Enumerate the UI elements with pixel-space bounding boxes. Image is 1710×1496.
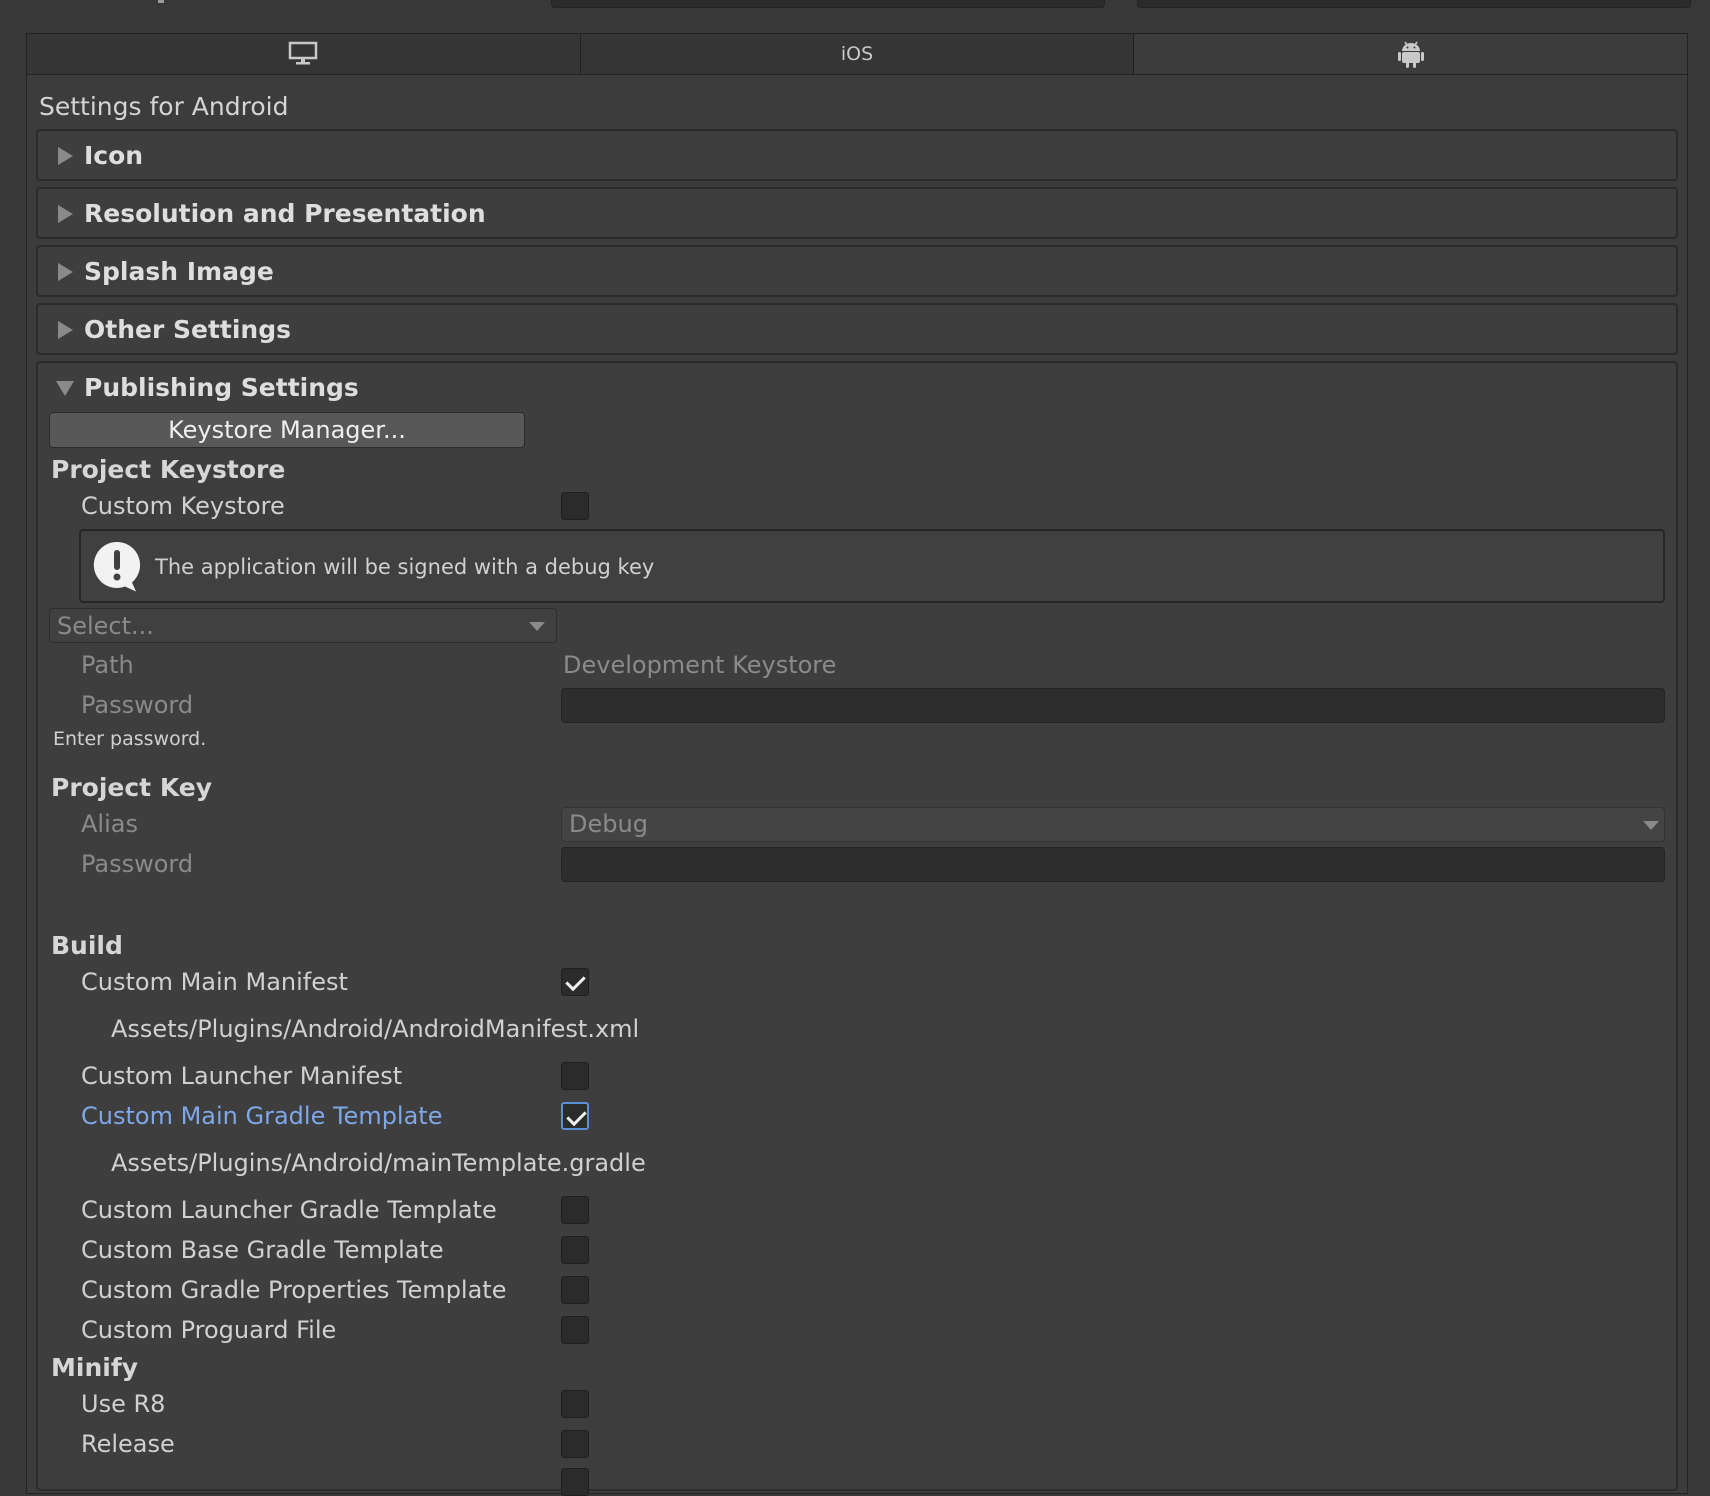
custom-base-gradle-template-label: Custom Base Gradle Template (81, 1236, 444, 1264)
tab-android[interactable] (1134, 33, 1689, 75)
top-cut-label (158, 0, 164, 3)
path-label: Path (81, 651, 134, 679)
project-keystore-heading: Project Keystore (51, 455, 286, 484)
foldout-resolution[interactable]: Resolution and Presentation (36, 187, 1678, 239)
path-value: Development Keystore (563, 651, 837, 679)
foldout-splash[interactable]: Splash Image (36, 245, 1678, 297)
custom-gradle-properties-template-checkbox[interactable] (561, 1276, 589, 1304)
foldout-arrow-icon (58, 263, 73, 281)
foldout-icon[interactable]: Icon (36, 129, 1678, 181)
release-checkbox[interactable] (561, 1430, 589, 1458)
main-manifest-path: Assets/Plugins/Android/AndroidManifest.x… (111, 1015, 640, 1043)
use-r8-checkbox[interactable] (561, 1390, 589, 1418)
top-field-left[interactable] (551, 0, 1105, 8)
tab-ios[interactable]: iOS (580, 33, 1135, 75)
debug-key-help-box: The application will be signed with a de… (79, 529, 1665, 603)
use-r8-label: Use R8 (81, 1390, 166, 1418)
foldout-resolution-label: Resolution and Presentation (84, 199, 486, 228)
custom-launcher-gradle-template-checkbox[interactable] (561, 1196, 589, 1224)
keystore-password-label: Password (81, 691, 194, 719)
alias-value: Debug (569, 810, 648, 838)
key-password-field[interactable] (561, 847, 1665, 882)
checkmark-icon (565, 970, 586, 992)
custom-proguard-file-label: Custom Proguard File (81, 1316, 337, 1344)
key-password-label: Password (81, 850, 194, 878)
tab-standalone[interactable] (26, 33, 581, 75)
custom-proguard-file-checkbox[interactable] (561, 1316, 589, 1344)
custom-main-manifest-checkbox[interactable] (561, 968, 589, 996)
custom-launcher-manifest-checkbox[interactable] (561, 1062, 589, 1090)
foldout-arrow-icon (58, 205, 73, 223)
chevron-down-icon (1643, 821, 1659, 830)
platform-tabs: iOS (26, 33, 1689, 75)
release-label: Release (81, 1430, 175, 1458)
keystore-select-dropdown[interactable]: Select... (49, 608, 557, 643)
foldout-arrow-icon (58, 147, 73, 165)
top-strip (0, 0, 1710, 34)
enter-password-note: Enter password. (53, 728, 207, 750)
alias-dropdown[interactable]: Debug (561, 807, 1665, 842)
alias-label: Alias (81, 810, 138, 838)
android-icon (1397, 41, 1424, 68)
custom-base-gradle-template-checkbox[interactable] (561, 1236, 589, 1264)
next-checkbox-partial[interactable] (561, 1468, 589, 1496)
custom-keystore-checkbox[interactable] (561, 492, 589, 520)
foldout-expanded-arrow-icon[interactable] (56, 381, 74, 396)
checkmark-icon (566, 1105, 587, 1127)
main-gradle-path: Assets/Plugins/Android/mainTemplate.grad… (111, 1149, 646, 1177)
foldout-icon-label: Icon (84, 141, 144, 170)
foldout-splash-label: Splash Image (84, 257, 274, 286)
foldout-publishing-label[interactable]: Publishing Settings (84, 373, 359, 402)
project-key-heading: Project Key (51, 773, 213, 802)
minify-heading: Minify (51, 1353, 138, 1382)
keystore-manager-button[interactable]: Keystore Manager... (49, 412, 525, 448)
warning-bubble-icon (93, 541, 141, 592)
foldout-arrow-icon (58, 321, 73, 339)
custom-launcher-manifest-label: Custom Launcher Manifest (81, 1062, 403, 1090)
monitor-icon (289, 41, 318, 65)
tab-ios-label: iOS (840, 43, 874, 65)
custom-keystore-label: Custom Keystore (81, 492, 285, 520)
settings-title: Settings for Android (39, 92, 289, 121)
build-heading: Build (51, 931, 123, 960)
custom-main-gradle-template-checkbox[interactable] (561, 1102, 589, 1130)
custom-main-manifest-label: Custom Main Manifest (81, 968, 348, 996)
chevron-down-icon (529, 622, 545, 631)
keystore-password-field[interactable] (561, 688, 1665, 723)
custom-gradle-properties-template-label: Custom Gradle Properties Template (81, 1276, 507, 1304)
foldout-other-label: Other Settings (84, 315, 291, 344)
keystore-select-value: Select... (57, 612, 154, 640)
custom-main-gradle-template-label: Custom Main Gradle Template (81, 1102, 443, 1130)
top-field-right[interactable] (1137, 0, 1691, 8)
custom-launcher-gradle-template-label: Custom Launcher Gradle Template (81, 1196, 497, 1224)
foldout-other[interactable]: Other Settings (36, 303, 1678, 355)
help-message: The application will be signed with a de… (155, 555, 655, 579)
